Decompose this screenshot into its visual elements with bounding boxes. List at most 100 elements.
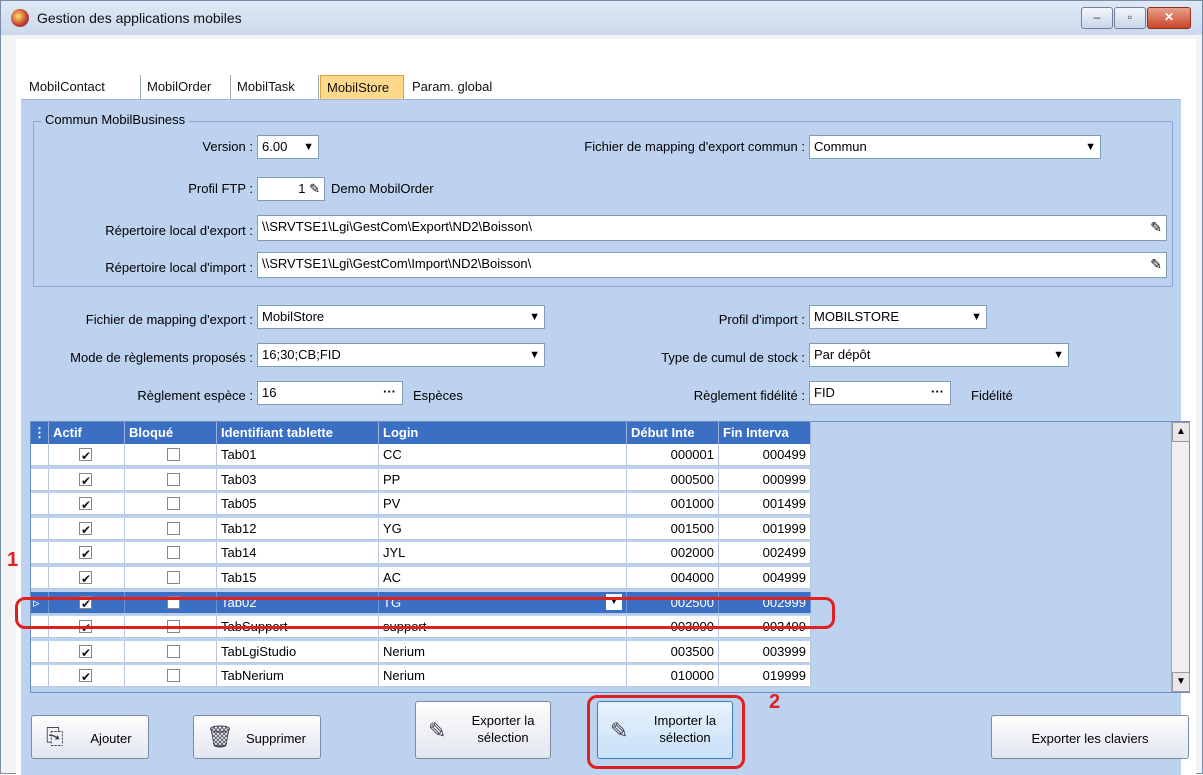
fin-cell[interactable]: 003999	[719, 640, 811, 662]
identifiant-cell[interactable]: Tab03	[217, 468, 379, 490]
actif-checkbox-cell[interactable]	[49, 468, 125, 490]
import-dir-input[interactable]: \\SRVTSE1\Lgi\GestCom\Import\ND2\Boisson…	[257, 252, 1167, 278]
table-row[interactable]: TabNeriumNerium010000019999	[31, 665, 811, 688]
mapping-dropdown[interactable]: MobilStore ▼	[257, 305, 545, 329]
cash-input[interactable]: 16 ···	[257, 381, 403, 405]
row-selector[interactable]	[31, 542, 49, 564]
tab-mobilstore[interactable]: MobilStore	[320, 75, 404, 99]
actif-checkbox-cell[interactable]	[49, 444, 125, 465]
login-cell[interactable]: Nerium	[379, 665, 627, 687]
row-selector[interactable]	[31, 444, 49, 465]
close-button[interactable]: ✕	[1147, 7, 1191, 29]
login-cell[interactable]: YG	[379, 517, 627, 539]
login-cell[interactable]: Nerium	[379, 640, 627, 662]
table-row[interactable]: Tab01CC000001000499	[31, 444, 811, 466]
tab-mobiltask[interactable]: MobilTask	[231, 75, 319, 99]
delete-button[interactable]: 🗑 Supprimer	[193, 715, 321, 759]
fin-cell[interactable]: 001999	[719, 517, 811, 539]
actif-checkbox[interactable]	[79, 446, 92, 465]
table-row[interactable]: TabLgiStudioNerium003500003999	[31, 640, 811, 663]
bloque-checkbox[interactable]	[167, 497, 180, 511]
identifiant-cell[interactable]: TabLgiStudio	[217, 640, 379, 662]
fin-cell[interactable]: 000999	[719, 468, 811, 490]
folder-browse-icon[interactable]: ✎	[1150, 253, 1162, 275]
bloque-checkbox[interactable]	[167, 644, 180, 658]
actif-checkbox[interactable]	[79, 495, 92, 514]
actif-checkbox[interactable]	[79, 569, 92, 588]
identifiant-cell[interactable]: Tab15	[217, 567, 379, 588]
row-selector[interactable]	[31, 567, 49, 588]
row-selector[interactable]	[31, 517, 49, 539]
debut-cell[interactable]: 001000	[627, 493, 719, 515]
fin-cell[interactable]: 001499	[719, 493, 811, 515]
row-selector[interactable]	[31, 468, 49, 490]
tab-mobilorder[interactable]: MobilOrder	[141, 75, 231, 99]
debut-cell[interactable]: 003500	[627, 640, 719, 662]
row-selector-header[interactable]: ⋮	[31, 422, 49, 444]
table-row[interactable]: Tab14JYL002000002499	[31, 542, 811, 565]
actif-checkbox-cell[interactable]	[49, 665, 125, 687]
actif-checkbox-cell[interactable]	[49, 493, 125, 515]
folder-browse-icon[interactable]: ✎	[1150, 216, 1162, 238]
identifiant-cell[interactable]: Tab05	[217, 493, 379, 515]
login-cell[interactable]: AC	[379, 567, 627, 588]
login-cell[interactable]: PV	[379, 493, 627, 515]
maximize-button[interactable]: ▫	[1114, 7, 1146, 29]
actif-checkbox-cell[interactable]	[49, 517, 125, 539]
loyalty-input[interactable]: FID ···	[809, 381, 951, 405]
actif-checkbox[interactable]	[79, 544, 92, 563]
version-dropdown[interactable]: 6.00 ▼	[257, 135, 319, 159]
identifiant-cell[interactable]: Tab01	[217, 444, 379, 465]
export-selection-button[interactable]: ✎ Exporter la sélection	[415, 701, 551, 759]
add-button[interactable]: ⎘ Ajouter	[31, 715, 149, 759]
mapping-common-dropdown[interactable]: Commun ▼	[809, 135, 1101, 159]
export-keyboards-button[interactable]: Exporter les claviers	[991, 715, 1189, 759]
bloque-checkbox-cell[interactable]	[125, 468, 217, 490]
debut-cell[interactable]: 004000	[627, 567, 719, 588]
vertical-scrollbar[interactable]: ▲ ▼	[1171, 422, 1190, 692]
identifiant-cell[interactable]: Tab14	[217, 542, 379, 564]
debut-cell[interactable]: 000500	[627, 468, 719, 490]
debut-cell[interactable]: 002000	[627, 542, 719, 564]
bloque-checkbox-cell[interactable]	[125, 493, 217, 515]
scroll-up-icon[interactable]: ▲	[1172, 422, 1190, 442]
row-selector[interactable]	[31, 493, 49, 515]
debut-cell[interactable]: 001500	[627, 517, 719, 539]
bloque-checkbox-cell[interactable]	[125, 542, 217, 564]
payment-modes-dropdown[interactable]: 16;30;CB;FID ▼	[257, 343, 545, 367]
table-row[interactable]: Tab05PV001000001499	[31, 493, 811, 516]
stock-dropdown[interactable]: Par dépôt ▼	[809, 343, 1069, 367]
login-cell[interactable]: JYL	[379, 542, 627, 564]
col-actif[interactable]: Actif	[49, 422, 125, 444]
col-identifiant[interactable]: Identifiant tablette	[217, 422, 379, 444]
row-selector[interactable]	[31, 640, 49, 662]
col-login[interactable]: Login	[379, 422, 627, 444]
table-row[interactable]: Tab12YG001500001999	[31, 517, 811, 540]
actif-checkbox-cell[interactable]	[49, 567, 125, 588]
bloque-checkbox[interactable]	[167, 571, 180, 584]
row-selector[interactable]	[31, 665, 49, 687]
bloque-checkbox-cell[interactable]	[125, 517, 217, 539]
actif-checkbox[interactable]	[79, 643, 92, 662]
ellipsis-button[interactable]: ···	[931, 382, 944, 403]
export-dir-input[interactable]: \\SRVTSE1\Lgi\GestCom\Export\ND2\Boisson…	[257, 215, 1167, 241]
col-debut[interactable]: Début Inte	[627, 422, 719, 444]
bloque-checkbox[interactable]	[167, 669, 180, 683]
bloque-checkbox-cell[interactable]	[125, 665, 217, 687]
login-cell[interactable]: CC	[379, 444, 627, 465]
bloque-checkbox-cell[interactable]	[125, 444, 217, 465]
actif-checkbox[interactable]	[79, 667, 92, 686]
lookup-icon[interactable]: ✎	[309, 181, 320, 196]
fin-cell[interactable]: 000499	[719, 444, 811, 465]
bloque-checkbox-cell[interactable]	[125, 567, 217, 588]
bloque-checkbox[interactable]	[167, 448, 180, 461]
scroll-down-icon[interactable]: ▼	[1172, 672, 1190, 692]
debut-cell[interactable]: 000001	[627, 444, 719, 465]
bloque-checkbox[interactable]	[167, 472, 180, 486]
minimize-button[interactable]: –	[1081, 7, 1113, 29]
login-cell[interactable]: PP	[379, 468, 627, 490]
fin-cell[interactable]: 002499	[719, 542, 811, 564]
debut-cell[interactable]: 010000	[627, 665, 719, 687]
actif-checkbox[interactable]	[79, 471, 92, 490]
ftp-profile-input[interactable]: 1 ✎	[257, 177, 325, 201]
